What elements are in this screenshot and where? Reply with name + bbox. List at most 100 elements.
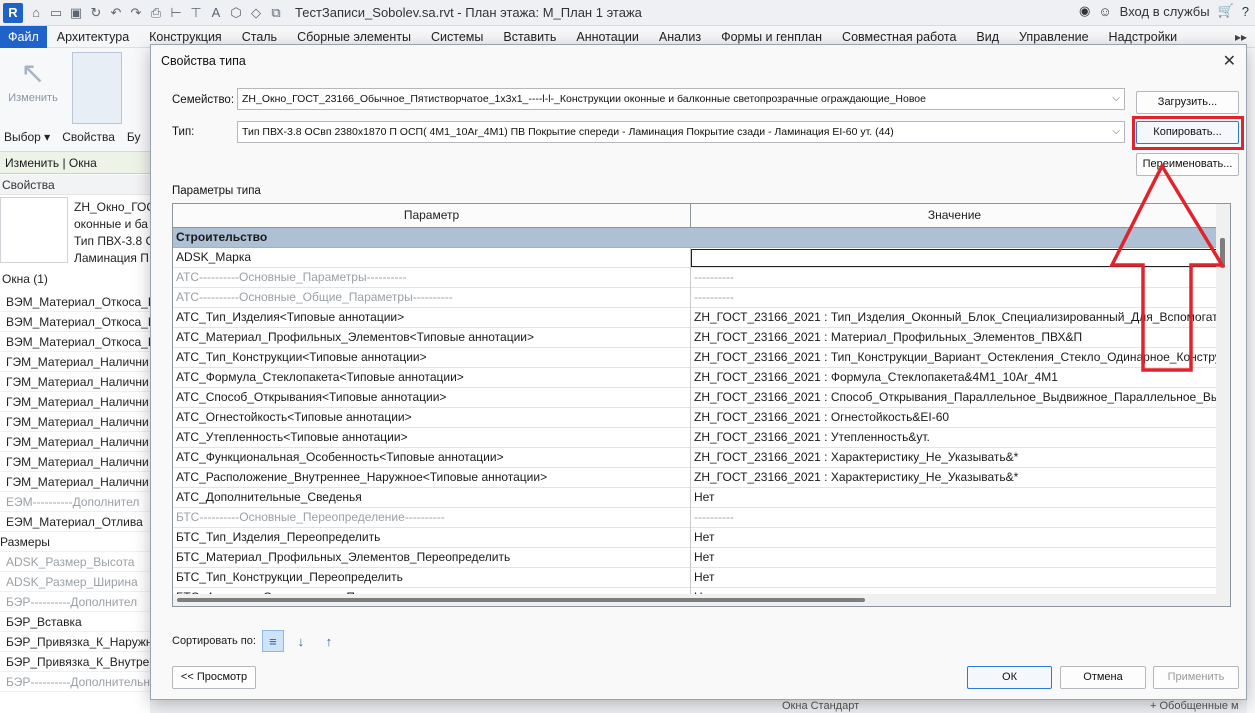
palette-row[interactable]: ADSK_Размер_Высота xyxy=(0,552,150,572)
param-value-cell[interactable]: ZH_ГОСТ_23166_2021 : Огнестойкость&EI-60 xyxy=(691,408,1218,428)
ribbon-truncated-label[interactable]: Бу xyxy=(127,130,141,144)
param-value-cell[interactable]: Нет xyxy=(691,488,1218,508)
table-row[interactable]: АТС----------Основные_Параметры---------… xyxy=(173,268,1218,288)
param-name-cell: БТС_Тип_Изделия_Переопределить xyxy=(173,528,691,548)
ok-button[interactable]: ОК xyxy=(967,666,1052,689)
open-icon[interactable]: ▭ xyxy=(47,4,65,22)
sync-icon[interactable]: ↻ xyxy=(87,4,105,22)
palette-row[interactable]: ГЭМ_Материал_Налични xyxy=(0,472,150,492)
horizontal-scrollbar[interactable] xyxy=(173,594,1218,606)
sort-grouped-icon[interactable]: ≡ xyxy=(261,630,284,652)
sort-ascending-icon[interactable]: ↓ xyxy=(290,630,312,652)
param-value-cell[interactable]: Нет xyxy=(691,528,1218,548)
palette-row[interactable]: ГЭМ_Материал_Налични xyxy=(0,432,150,452)
param-value-cell[interactable]: Нет xyxy=(691,548,1218,568)
measure-icon[interactable]: ⊢ xyxy=(167,4,185,22)
palette-row[interactable]: БЭР----------Дополнител xyxy=(0,592,150,612)
table-row[interactable]: АТС_Тип_Конструкции<Типовые аннотации> ZH… xyxy=(173,348,1218,368)
redo-icon[interactable]: ↷ xyxy=(127,4,145,22)
table-row[interactable]: АТС_Способ_Открывания<Типовые аннотации>… xyxy=(173,388,1218,408)
palette-row[interactable]: ВЭМ_Материал_Откоса_Н xyxy=(0,292,150,312)
undo-icon[interactable]: ↶ xyxy=(107,4,125,22)
text-icon[interactable]: A xyxy=(207,4,225,22)
table-row[interactable]: АТС_Огнестойкость<Типовые аннотации> ZH_Г… xyxy=(173,408,1218,428)
palette-row[interactable]: БЭР_Привязка_К_Внутрен xyxy=(0,652,150,672)
table-row[interactable]: БТС----------Основные_Переопределение---… xyxy=(173,508,1218,528)
param-name-cell: БТС_Тип_Конструкции_Переопределить xyxy=(173,568,691,588)
param-value-cell[interactable]: ZH_ГОСТ_23166_2021 : Утепленность&ут. xyxy=(691,428,1218,448)
instance-filter[interactable]: Окна (1) xyxy=(0,272,48,286)
palette-row[interactable]: ВЭМ_Материал_Откоса_Н xyxy=(0,332,150,352)
modify-button[interactable]: ↖ Изменить xyxy=(8,56,58,116)
section-icon[interactable]: ◇ xyxy=(247,4,265,22)
table-row[interactable]: АТС_Тип_Изделия<Типовые аннотации> ZH_ГОС… xyxy=(173,308,1218,328)
table-group-row[interactable]: Строительство xyxy=(173,228,1218,248)
param-value-cell[interactable]: Нет xyxy=(691,568,1218,588)
table-row[interactable]: АТС_Материал_Профильных_Элементов<Типовы… xyxy=(173,328,1218,348)
table-row[interactable]: АТС_Расположение_Внутреннее_Наружное<Тип… xyxy=(173,468,1218,488)
table-row[interactable]: АТС_Дополнительные_Сведенья Нет xyxy=(173,488,1218,508)
table-row[interactable]: АТС_Утепленность<Типовые аннотации> ZH_ГО… xyxy=(173,428,1218,448)
apply-button[interactable]: Применить xyxy=(1153,666,1239,689)
table-row[interactable]: БТС_Тип_Конструкции_Переопределить Нет xyxy=(173,568,1218,588)
palette-row[interactable]: ГЭМ_Материал_Налични xyxy=(0,412,150,432)
sort-controls: Сортировать по: ≡ ↓ ↑ xyxy=(172,630,340,652)
close-icon[interactable]: ✕ xyxy=(1223,51,1236,71)
column-header-parameter[interactable]: Параметр xyxy=(173,204,691,228)
type-properties-icon[interactable] xyxy=(72,52,122,124)
palette-row[interactable]: ADSK_Размер_Ширина xyxy=(0,572,150,592)
scroll-thumb[interactable] xyxy=(177,598,865,602)
sort-descending-icon[interactable]: ↑ xyxy=(318,630,340,652)
3d-view-icon[interactable]: ⬡ xyxy=(227,4,245,22)
switch-windows-icon[interactable]: ⧉ xyxy=(267,4,285,22)
palette-row[interactable]: БЭР_Привязка_К_Наружн xyxy=(0,632,150,652)
palette-row[interactable]: ГЭМ_Материал_Налични xyxy=(0,352,150,372)
family-combo[interactable]: ZH_Окно_ГОСТ_23166_Обычное_Пятистворчато… xyxy=(237,88,1125,110)
dialog-title: Свойства типа xyxy=(161,54,246,68)
param-name-cell: АТС_Расположение_Внутреннее_Наружное<Тип… xyxy=(173,468,691,488)
load-button[interactable]: Загрузить... xyxy=(1136,91,1239,114)
table-row[interactable]: АТС----------Основные_Общие_Параметры---… xyxy=(173,288,1218,308)
tag-icon[interactable]: ⊤ xyxy=(187,4,205,22)
signin-button[interactable]: Вход в службы xyxy=(1120,4,1210,19)
param-value-cell[interactable]: ZH_ГОСТ_23166_2021 : Характеристику_Не_У… xyxy=(691,448,1218,468)
palette-row[interactable]: ВЭМ_Материал_Откоса_Н xyxy=(0,312,150,332)
palette-row[interactable]: ГЭМ_Материал_Налични xyxy=(0,392,150,412)
param-value-cell[interactable]: ---------- xyxy=(691,508,1218,528)
palette-row[interactable]: ГЭМ_Материал_Налични xyxy=(0,452,150,472)
table-row[interactable]: АТС_Формула_Стеклопакета<Типовые аннотац… xyxy=(173,368,1218,388)
table-row[interactable]: БТС_Тип_Изделия_Переопределить Нет xyxy=(173,528,1218,548)
type-preview-image xyxy=(0,197,68,263)
palette-row[interactable]: БЭР----------Дополнительные_Монтажны xyxy=(0,672,150,692)
print-icon[interactable]: ⎙ xyxy=(147,4,165,22)
type-selector[interactable]: ZH_Окно_ГОС оконные и ба Тип ПВХ-3.8 С Лами… xyxy=(74,199,150,267)
select-dropdown[interactable]: Выбор ▾ xyxy=(4,130,50,144)
cancel-button[interactable]: Отмена xyxy=(1060,666,1146,689)
table-row[interactable]: ADSK_Марка xyxy=(173,248,1218,268)
ribbon-tab[interactable]: Файл xyxy=(0,25,47,48)
palette-row[interactable]: БЭР_Вставка xyxy=(0,612,150,632)
param-value-cell[interactable]: ZH_ГОСТ_23166_2021 : Характеристику_Не_У… xyxy=(691,468,1218,488)
home-icon[interactable]: ⌂ xyxy=(27,4,45,22)
document-title: ТестЗаписи_Sobolev.sa.rvt - План этажа: … xyxy=(295,5,642,20)
preview-button[interactable]: << Просмотр xyxy=(172,666,256,689)
palette-row[interactable]: ЕЭМ----------Дополнител xyxy=(0,492,150,512)
type-combo[interactable]: Тип ПВХ-3.8 ОСвп 2380х1870 П ОСП( 4М1_10… xyxy=(237,121,1125,143)
param-name-cell: АТС_Утепленность<Типовые аннотации> xyxy=(173,428,691,448)
help-icon[interactable]: ? xyxy=(1242,4,1249,19)
user-icon[interactable]: ☺ xyxy=(1098,4,1111,19)
palette-row[interactable]: ЕЭМ_Материал_Отлива xyxy=(0,512,150,532)
binoculars-icon[interactable]: ◉ xyxy=(1079,3,1090,19)
param-value-cell[interactable]: ZH_ГОСТ_23166_2021 : Способ_Открывания_П… xyxy=(691,388,1218,408)
ribbon-tab[interactable]: Архитектура xyxy=(47,26,139,48)
palette-group-header[interactable]: Размеры xyxy=(0,532,150,552)
table-row[interactable]: АТС_Функциональная_Особенность<Типовые а… xyxy=(173,448,1218,468)
family-label: Семейство: xyxy=(172,94,235,106)
save-icon[interactable]: ▣ xyxy=(67,4,85,22)
palette-row[interactable]: ГЭМ_Материал_Налични xyxy=(0,372,150,392)
table-row[interactable]: БТС_Материал_Профильных_Элементов_Переоп… xyxy=(173,548,1218,568)
revit-logo-icon[interactable]: R xyxy=(3,2,23,23)
sort-label: Сортировать по: xyxy=(172,635,256,647)
properties-button[interactable]: Свойства xyxy=(62,130,115,144)
cart-icon[interactable]: 🛒 xyxy=(1218,3,1234,19)
